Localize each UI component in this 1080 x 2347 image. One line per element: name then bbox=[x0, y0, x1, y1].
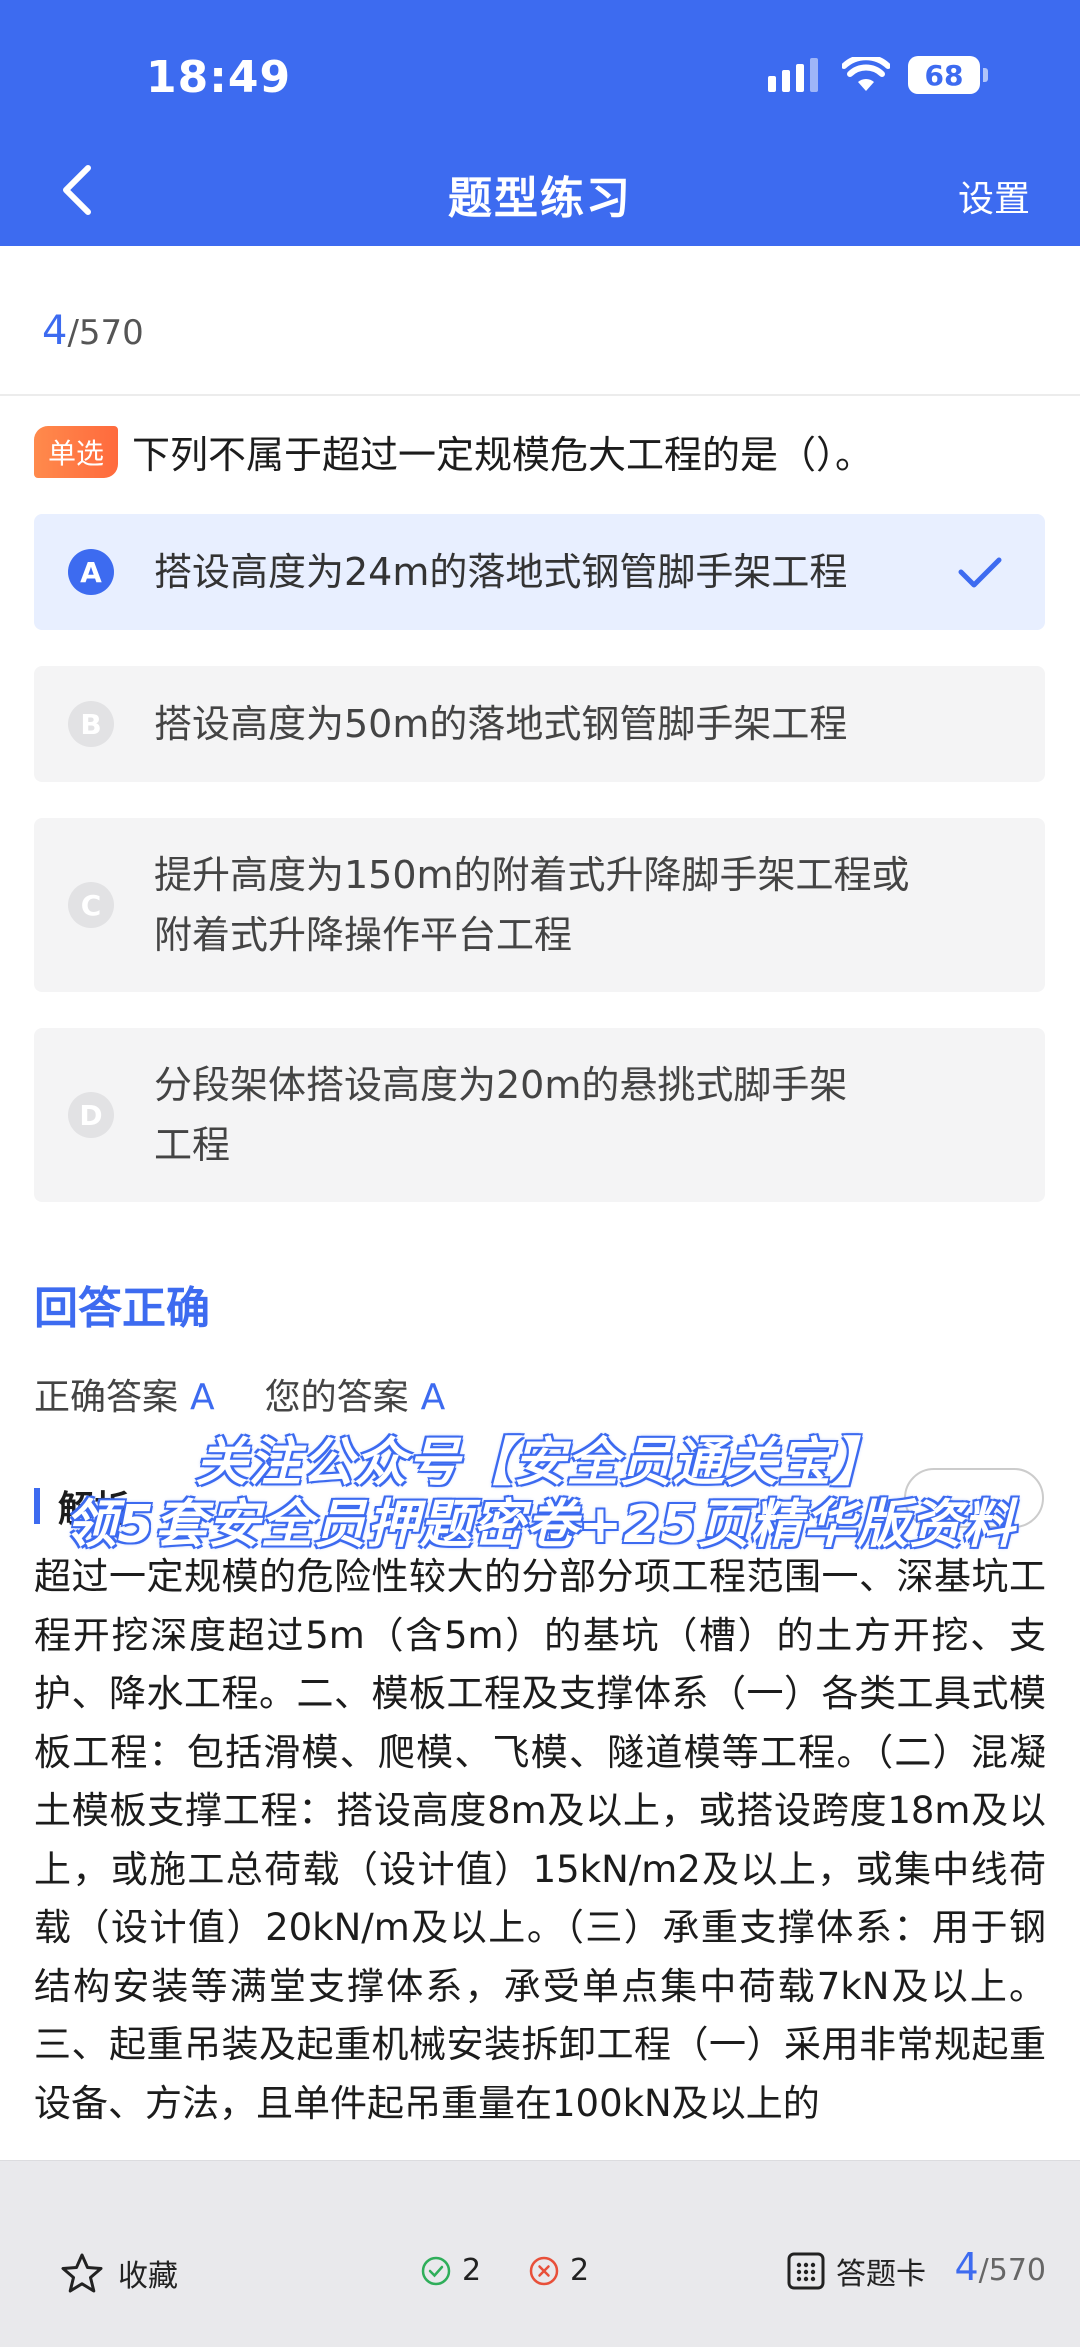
analysis-text: 超过一定规模的危险性较大的分部分项工程范围一、深基坑工程开挖深度超过5m（含5m… bbox=[34, 1555, 1046, 2125]
promo-watermark: 关注公众号【安全员通关宝】 领5套安全员押题密卷+25页精华版资料 bbox=[0, 1432, 1080, 1556]
bottom-progress-total: /570 bbox=[978, 2253, 1046, 2288]
app-header: 18:49 68 题型练习 设置 bbox=[0, 0, 1080, 246]
battery-indicator: 68 bbox=[908, 56, 988, 94]
status-icons: 68 bbox=[768, 56, 988, 94]
progress-total: /570 bbox=[67, 313, 144, 353]
question-text: 下列不属于超过一定规模危大工程的是（）。 bbox=[132, 433, 874, 477]
progress-current: 4 bbox=[42, 308, 68, 354]
option-text: 提升高度为150m的附着式升降脚手架工程或附着式升降操作平台工程 bbox=[154, 853, 910, 957]
answer-summary: 正确答案 A 您的答案 A bbox=[34, 1368, 495, 1420]
correct-answer-label: 正确答案 bbox=[34, 1377, 179, 1418]
option-letter: B bbox=[68, 701, 114, 747]
question-progress: 4/570 bbox=[42, 308, 144, 354]
wifi-icon bbox=[842, 57, 890, 91]
bottom-progress-current: 4 bbox=[954, 2245, 979, 2289]
signal-icon bbox=[768, 58, 818, 92]
option-c[interactable]: C 提升高度为150m的附着式升降脚手架工程或附着式升降操作平台工程 bbox=[34, 818, 1045, 992]
result-title: 回答正确 bbox=[34, 1283, 210, 1334]
grid-icon bbox=[787, 2252, 825, 2290]
x-circle-icon bbox=[529, 2256, 559, 2285]
option-a[interactable]: A 搭设高度为24m的落地式钢管脚手架工程 bbox=[34, 514, 1045, 630]
page-title: 题型练习 bbox=[448, 173, 632, 224]
answer-card-button[interactable]: 答题卡 bbox=[786, 2249, 926, 2293]
option-letter: A bbox=[68, 549, 114, 595]
option-text: 分段架体搭设高度为20m的悬挑式脚手架工程 bbox=[154, 1063, 848, 1167]
favorite-label: 收藏 bbox=[118, 2259, 178, 2294]
wrong-count-value: 2 bbox=[570, 2253, 590, 2288]
check-icon bbox=[958, 557, 1002, 588]
option-letter: C bbox=[68, 882, 114, 928]
divider bbox=[0, 394, 1080, 396]
option-text: 搭设高度为24m的落地式钢管脚手架工程 bbox=[154, 550, 848, 594]
question-stem: 单选 下列不属于超过一定规模危大工程的是（）。 bbox=[34, 424, 1044, 479]
favorite-button[interactable]: 收藏 bbox=[60, 2251, 178, 2295]
watermark-line-2: 领5套安全员押题密卷+25页精华版资料 bbox=[64, 1495, 1016, 1555]
correct-answer-value: A bbox=[190, 1377, 215, 1418]
option-text: 搭设高度为50m的落地式钢管脚手架工程 bbox=[154, 702, 848, 746]
bottom-toolbar: 收藏 2 2 答题卡 4/570 bbox=[0, 2160, 1080, 2347]
wrong-count: 2 bbox=[528, 2253, 589, 2288]
status-time: 18:49 bbox=[146, 52, 292, 103]
watermark-line-1: 关注公众号【安全员通关宝】 bbox=[195, 1433, 885, 1493]
correct-count: 2 bbox=[420, 2253, 481, 2288]
bottom-progress: 4/570 bbox=[954, 2245, 1046, 2289]
option-d[interactable]: D 分段架体搭设高度为20m的悬挑式脚手架工程 bbox=[34, 1028, 1045, 1202]
answer-card-label: 答题卡 bbox=[836, 2257, 926, 2292]
star-icon bbox=[61, 2253, 103, 2293]
option-b[interactable]: B 搭设高度为50m的落地式钢管脚手架工程 bbox=[34, 666, 1045, 782]
correct-count-value: 2 bbox=[462, 2253, 482, 2288]
your-answer-label: 您的答案 bbox=[264, 1377, 409, 1418]
check-circle-icon bbox=[421, 2256, 451, 2285]
your-answer-value: A bbox=[420, 1377, 446, 1418]
option-letter: D bbox=[68, 1092, 114, 1138]
settings-button[interactable]: 设置 bbox=[958, 170, 1030, 222]
question-type-badge: 单选 bbox=[34, 425, 119, 478]
